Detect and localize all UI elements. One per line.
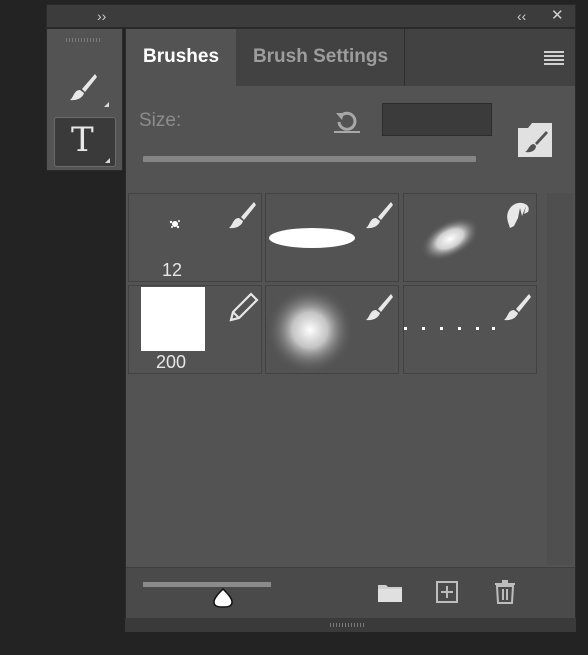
soft-round-brush-preview (266, 286, 354, 374)
menu-icon-line (544, 55, 564, 57)
flyout-indicator-icon (104, 102, 109, 107)
slider-thumb-icon[interactable] (211, 587, 235, 609)
brush-preset[interactable]: 200 (128, 285, 262, 374)
type-icon: T (71, 120, 94, 160)
tab-brush-settings[interactable]: Brush Settings (237, 29, 405, 86)
collapse-panel-button[interactable]: ‹‹ (517, 6, 526, 26)
brush-icon (366, 202, 393, 229)
tool-strip: T (46, 28, 123, 171)
soft-ellipse-brush-preview (420, 217, 480, 261)
brush-icon (504, 294, 531, 321)
size-slider[interactable] (143, 156, 476, 162)
size-field[interactable] (382, 103, 492, 136)
trash-icon[interactable] (494, 580, 516, 604)
tab-brushes[interactable]: Brushes (126, 29, 236, 86)
panel-menu-button[interactable] (540, 46, 568, 68)
dotted-brush-preview (404, 327, 495, 330)
toolstrip-grip[interactable] (66, 38, 102, 42)
square-brush-preview (141, 287, 205, 351)
brush-preset-grid: 12 200 (128, 193, 574, 623)
reset-size-icon[interactable] (332, 109, 362, 135)
panel-tab-bar: Brushes Brush Settings (126, 29, 575, 86)
expand-toolstrip-button[interactable]: ›› (97, 6, 106, 26)
brush-size-label: 12 (162, 260, 183, 280)
spatter-brush-preview (169, 220, 180, 229)
brush-preset[interactable]: 12 (128, 193, 262, 282)
brush-icon (70, 74, 97, 101)
close-panel-button[interactable]: ✕ (551, 6, 564, 26)
brush-size-label: 200 (156, 352, 187, 372)
menu-icon-line (544, 59, 564, 61)
new-brush-icon (518, 123, 548, 153)
resize-grip[interactable] (330, 623, 366, 627)
type-tool-button[interactable]: T (54, 117, 116, 167)
brush-tool-button[interactable] (54, 64, 116, 114)
brush-icon (229, 202, 256, 229)
size-label: Size: (139, 110, 182, 131)
brush-preset[interactable] (265, 193, 399, 282)
brushes-panel: Brushes Brush Settings Size: 12 200 (125, 28, 576, 632)
brush-preset[interactable] (403, 285, 537, 374)
menu-icon (544, 51, 564, 53)
flyout-indicator-icon (105, 158, 110, 163)
preview-size-slider[interactable] (143, 582, 271, 587)
menu-icon-line (544, 63, 564, 65)
pencil-icon (229, 292, 259, 322)
folder-icon[interactable] (377, 582, 403, 604)
brush-list-scrollbar[interactable] (547, 193, 573, 565)
hard-ellipse-brush-preview (269, 228, 355, 248)
brush-preset[interactable] (265, 285, 399, 374)
brush-icon (366, 294, 393, 321)
add-brush-icon[interactable] (436, 581, 458, 603)
smudge-tool-icon (507, 202, 529, 228)
brush-preset[interactable] (403, 193, 537, 282)
panel-resize-edge[interactable] (125, 618, 576, 632)
new-brush-preset-button[interactable] (518, 123, 552, 157)
panel-group-title-bar: ›› ‹‹ ✕ (46, 4, 576, 28)
